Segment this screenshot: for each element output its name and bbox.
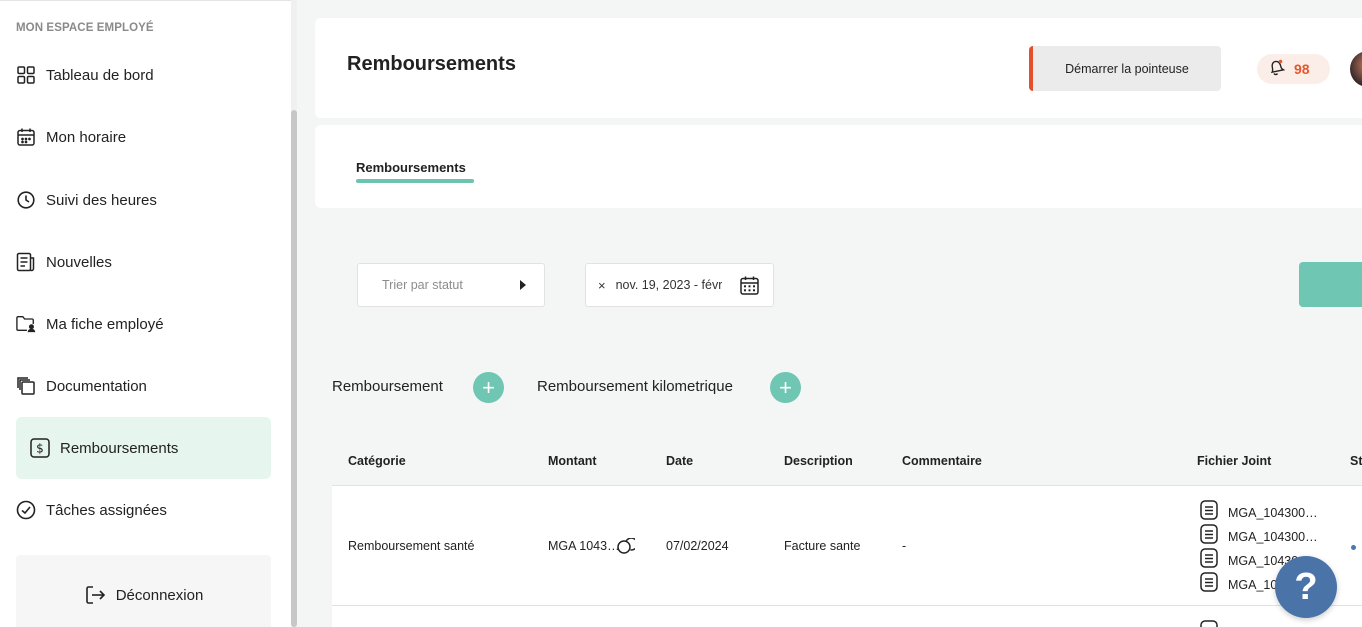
tab-remboursements[interactable]: Remboursements (356, 160, 466, 175)
cell-amount: MGA 1043… (548, 539, 620, 553)
cell-category: Remboursement santé (348, 539, 475, 553)
status-indicator (1351, 545, 1356, 550)
date-range-value: nov. 19, 2023 - févr (615, 278, 722, 292)
start-clock-button[interactable]: Démarrer la pointeuse (1029, 46, 1221, 91)
file-icon (1200, 572, 1218, 597)
attachment-link[interactable]: MGA_104300… (1200, 500, 1320, 525)
logout-icon (84, 584, 106, 606)
sidebar-item-documentation[interactable]: Documentation (16, 355, 271, 417)
sidebar-item-remboursements[interactable]: $ Remboursements (16, 417, 271, 479)
sidebar-item-label: Ma fiche employé (46, 315, 164, 333)
plus-icon: + (482, 374, 495, 400)
column-header-fichier-joint[interactable]: Fichier Joint (1197, 454, 1271, 468)
filter-action-button[interactable] (1299, 262, 1362, 307)
filter-bar: Trier par statut × nov. 19, 2023 - févr (332, 232, 1362, 337)
attachment-link[interactable]: MGA_104300… (1200, 524, 1320, 549)
clear-date-icon[interactable]: × (598, 278, 606, 293)
attachment-name: MGA_104300… (1228, 505, 1318, 520)
status-filter-select[interactable]: Trier par statut (357, 263, 545, 307)
column-header-statut[interactable]: St (1350, 454, 1362, 468)
sidebar-item-label: Suivi des heures (46, 191, 157, 209)
file-icon (1200, 524, 1218, 549)
attachment-name: MGA_104300… (1228, 529, 1318, 544)
sidebar-item-ma-fiche-employe[interactable]: Ma fiche employé (16, 293, 271, 355)
status-filter-placeholder: Trier par statut (382, 278, 463, 292)
date-range-picker[interactable]: × nov. 19, 2023 - févr (585, 263, 774, 307)
reimbursements-table: Catégorie Montant Date Description Comme… (332, 436, 1362, 627)
sidebar-item-tableau-de-bord[interactable]: Tableau de bord (16, 44, 271, 106)
sidebar-item-label: Remboursements (60, 439, 179, 457)
news-icon (16, 252, 36, 272)
caret-right-icon (520, 280, 526, 290)
add-mileage-reimbursement-button[interactable]: + (770, 372, 801, 403)
avatar[interactable] (1350, 51, 1362, 87)
cell-description: Facture sante (784, 539, 861, 553)
sidebar-item-taches-assignees[interactable]: Tâches assignées (16, 479, 271, 541)
logout-label: Déconnexion (115, 586, 204, 604)
user-folder-icon (16, 314, 36, 334)
column-header-date[interactable]: Date (666, 454, 693, 468)
cell-date: 07/02/2024 (666, 539, 729, 553)
file-icon (1200, 548, 1218, 573)
page-title: Remboursements (347, 53, 516, 75)
sidebar: MON ESPACE EMPLOYÉ Tableau de bord Mon h… (0, 0, 292, 627)
page-header: Remboursements Démarrer la pointeuse 98 (315, 18, 1362, 118)
tab-active-indicator (356, 179, 474, 183)
file-icon (1200, 500, 1218, 525)
notifications-count: 98 (1294, 61, 1310, 77)
add-reimbursement-button[interactable]: + (473, 372, 504, 403)
tabs-bar: Remboursements (315, 125, 1362, 208)
sidebar-item-label: Tâches assignées (46, 501, 167, 519)
file-icon (1200, 620, 1218, 627)
table-row[interactable]: Remboursement santé MGA 1043… 07/02/2024… (332, 486, 1362, 606)
sidebar-item-mon-horaire[interactable]: Mon horaire (16, 106, 271, 168)
plus-icon: + (779, 374, 792, 400)
sidebar-item-nouvelles[interactable]: Nouvelles (16, 231, 271, 293)
question-mark-icon: ? (1294, 565, 1318, 608)
check-circle-icon (16, 500, 36, 520)
cell-comment: - (902, 539, 907, 553)
column-header-categorie[interactable]: Catégorie (348, 454, 406, 468)
add-mileage-reimbursement-label: Remboursement kilometrique (537, 378, 733, 395)
sidebar-item-label: Documentation (46, 377, 147, 395)
dollar-icon: $ (30, 438, 50, 458)
column-header-description[interactable]: Description (784, 454, 853, 468)
sidebar-item-label: Mon horaire (46, 128, 127, 146)
sidebar-item-suivi-des-heures[interactable]: Suivi des heures (16, 169, 271, 231)
help-button[interactable]: ? (1275, 556, 1337, 618)
currency-coins-icon[interactable] (617, 537, 639, 559)
sidebar-title: MON ESPACE EMPLOYÉ (16, 22, 154, 34)
sidebar-scrollbar-thumb[interactable] (291, 110, 297, 627)
notifications-button[interactable]: 98 (1257, 54, 1330, 84)
sidebar-item-label: Nouvelles (46, 253, 112, 271)
column-header-commentaire[interactable]: Commentaire (902, 454, 982, 468)
logout-button[interactable]: Déconnexion (16, 555, 271, 627)
calendar-icon (16, 127, 36, 147)
bell-icon (1267, 58, 1286, 81)
clock-icon (16, 190, 36, 210)
add-reimbursement-label: Remboursement (332, 378, 443, 395)
table-header: Catégorie Montant Date Description Comme… (332, 436, 1362, 486)
svg-text:$: $ (36, 442, 44, 456)
calendar-icon[interactable] (740, 276, 759, 300)
column-header-montant[interactable]: Montant (548, 454, 597, 468)
sidebar-item-label: Tableau de bord (46, 66, 154, 84)
grid-icon (16, 65, 36, 85)
documents-icon (16, 376, 36, 396)
